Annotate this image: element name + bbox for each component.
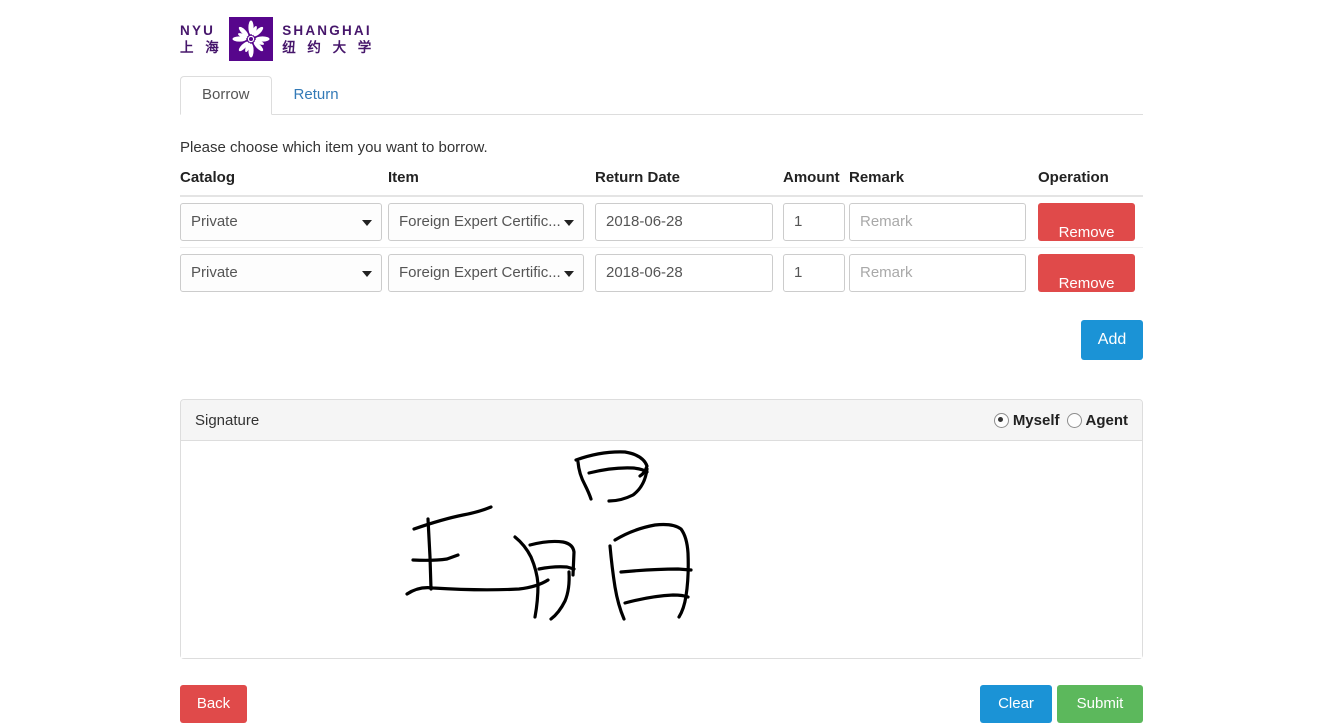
header-operation: Operation [1038, 165, 1143, 197]
remove-button[interactable]: Remove [1038, 254, 1135, 292]
header-catalog: Catalog [180, 165, 388, 197]
instruction-text: Please choose which item you want to bor… [180, 139, 488, 156]
catalog-select[interactable]: Private [180, 254, 382, 292]
cell-remark: Remark [849, 248, 1038, 299]
footer-actions: Back Clear Submit [180, 685, 1143, 723]
logo-text-right: SHANGHAI 纽 约 大 学 [282, 22, 375, 57]
logo-nyu-text: NYU [180, 22, 216, 38]
signature-canvas[interactable] [181, 441, 1142, 658]
item-select[interactable]: Foreign Expert Certific... [388, 203, 584, 241]
catalog-select-value: Private [191, 264, 238, 281]
nyu-torch-emblem-icon [229, 17, 274, 61]
chevron-down-icon [564, 220, 574, 226]
cell-item: Foreign Expert Certific... [388, 196, 595, 248]
borrow-items-table: Catalog Item Return Date Amount Remark O… [180, 165, 1143, 298]
clear-button[interactable]: Clear [980, 685, 1052, 723]
cell-operation: Remove [1038, 196, 1143, 248]
item-select-value: Foreign Expert Certific... [399, 264, 561, 281]
item-select[interactable]: Foreign Expert Certific... [388, 254, 584, 292]
logo-shanghai-cn-text: 上 海 [180, 39, 223, 56]
signature-title: Signature [195, 411, 260, 429]
cell-operation: Remove [1038, 248, 1143, 299]
cell-remark: Remark [849, 196, 1038, 248]
table-row: Private Foreign Expert Certific... 2018-… [180, 196, 1143, 248]
cell-amount: 1 [783, 248, 849, 299]
remark-input[interactable]: Remark [849, 203, 1026, 241]
catalog-select[interactable]: Private [180, 203, 382, 241]
logo-nyu-cn-text: 纽 约 大 学 [282, 39, 375, 56]
catalog-select-value: Private [191, 213, 238, 230]
amount-input[interactable]: 1 [783, 254, 845, 292]
cell-catalog: Private [180, 196, 388, 248]
chevron-down-icon [362, 271, 372, 277]
cell-amount: 1 [783, 196, 849, 248]
back-button[interactable]: Back [180, 685, 247, 723]
amount-input[interactable]: 1 [783, 203, 845, 241]
cell-catalog: Private [180, 248, 388, 299]
signature-panel-header: Signature Myself Agent [181, 400, 1142, 441]
radio-agent-label: Agent [1085, 411, 1129, 429]
return-date-input[interactable]: 2018-06-28 [595, 203, 773, 241]
add-button[interactable]: Add [1081, 320, 1143, 360]
footer-right-actions: Clear Submit [980, 685, 1143, 723]
add-row: Add [180, 320, 1143, 360]
tab-bar: Borrow Return [180, 76, 1143, 115]
signature-signer-radio-group: Myself Agent [993, 411, 1129, 429]
table-row: Private Foreign Expert Certific... 2018-… [180, 248, 1143, 299]
radio-myself-indicator-icon[interactable] [993, 412, 1009, 428]
page-container: NYU 上 海 SHANGHAI 纽 约 大 学 Borrow Return P… [180, 0, 1143, 723]
remove-button[interactable]: Remove [1038, 203, 1135, 241]
chevron-down-icon [564, 271, 574, 277]
radio-myself-label: Myself [1012, 411, 1060, 429]
submit-button[interactable]: Submit [1057, 685, 1143, 723]
header-remark: Remark [849, 165, 1038, 197]
site-logo: NYU 上 海 SHANGHAI 纽 约 大 学 [180, 0, 1143, 74]
chevron-down-icon [362, 220, 372, 226]
radio-agent-indicator-icon[interactable] [1066, 412, 1082, 428]
remark-input[interactable]: Remark [849, 254, 1026, 292]
radio-agent[interactable]: Agent [1066, 411, 1129, 429]
cell-return-date: 2018-06-28 [595, 196, 783, 248]
cell-return-date: 2018-06-28 [595, 248, 783, 299]
item-select-value: Foreign Expert Certific... [399, 213, 561, 230]
tab-return[interactable]: Return [272, 76, 361, 115]
header-return-date: Return Date [595, 165, 783, 197]
tab-borrow[interactable]: Borrow [180, 76, 272, 115]
return-date-input[interactable]: 2018-06-28 [595, 254, 773, 292]
header-item: Item [388, 165, 595, 197]
header-amount: Amount [783, 165, 849, 197]
signature-panel: Signature Myself Agent [180, 399, 1143, 659]
radio-myself[interactable]: Myself [993, 411, 1060, 429]
table-header-row: Catalog Item Return Date Amount Remark O… [180, 165, 1143, 197]
cell-item: Foreign Expert Certific... [388, 248, 595, 299]
logo-shanghai-text: SHANGHAI [282, 22, 372, 38]
logo-text-left: NYU 上 海 [180, 22, 222, 57]
